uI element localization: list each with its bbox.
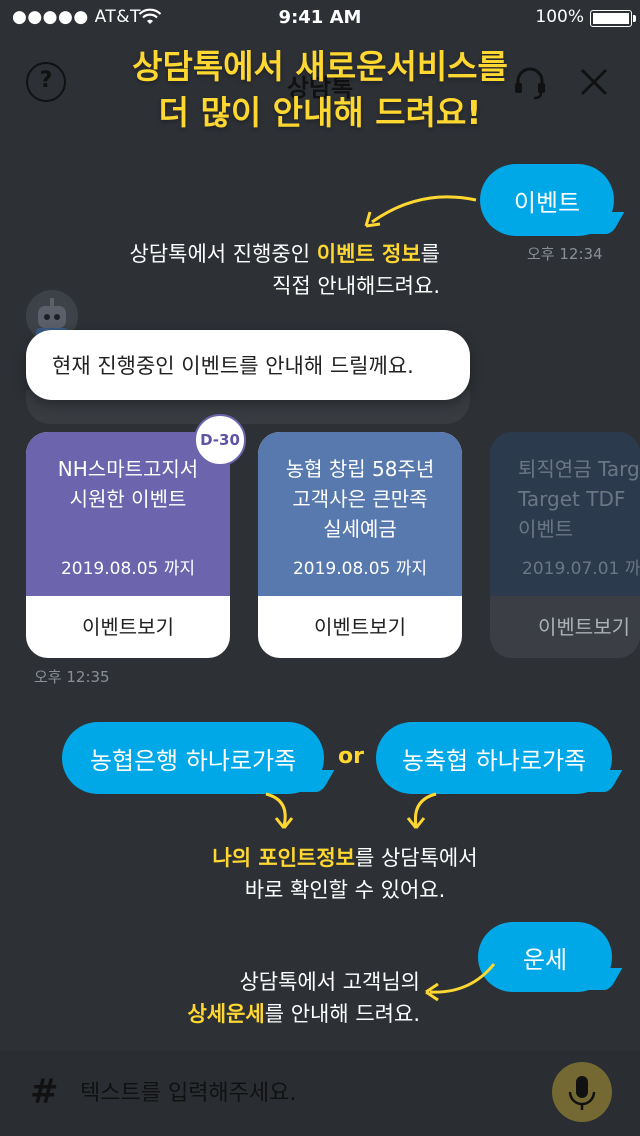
headline-line2: 더 많이 안내해 드려요! xyxy=(158,93,482,132)
view-event-button[interactable]: 이벤트보기 xyxy=(490,596,640,658)
point-description: 나의 포인트정보를 상담톡에서 바로 확인할 수 있어요. xyxy=(150,842,540,906)
event-desc-line2: 직접 안내해드려요. xyxy=(272,274,440,298)
bot-message: 현재 진행중인 이벤트를 안내해 드릴께요. xyxy=(26,330,470,400)
fortune-desc-highlight: 상세운세 xyxy=(187,1002,265,1026)
headline-line1: 상담톡에서 새로운서비스를 xyxy=(132,47,508,86)
nh-bank-bubble[interactable]: 농협은행 하나로가족 xyxy=(62,722,335,794)
point-desc-line2: 바로 확인할 수 있어요. xyxy=(244,878,446,902)
event-bubble-label: 이벤트 xyxy=(513,188,581,217)
event-description: 상담톡에서 진행중인 이벤트 정보를 직접 안내해드려요. xyxy=(100,238,440,302)
input-bar: # xyxy=(0,1050,640,1136)
nh-coop-bubble[interactable]: 농축협 하나로가족 xyxy=(376,722,623,794)
event-card[interactable]: NH스마트고지서 시원한 이벤트 2019.08.05 까지 이벤트보기 xyxy=(26,432,230,658)
bot-message-text: 현재 진행중인 이벤트를 안내해 드릴께요. xyxy=(52,354,414,378)
event-card-date: 2019.08.05 까지 xyxy=(292,559,428,579)
point-desc-highlight: 나의 포인트정보 xyxy=(212,846,355,870)
event-card-date: 2019.07.01 까지 xyxy=(522,559,640,579)
event-desc-post: 를 xyxy=(420,242,440,266)
fortune-desc-line1: 상담톡에서 고객님의 xyxy=(239,970,420,994)
event-card-date: 2019.08.05 까지 xyxy=(60,559,196,579)
timestamp: 오후 12:35 xyxy=(34,668,110,686)
dday-badge: D-30 xyxy=(194,414,246,466)
timestamp: 오후 12:34 xyxy=(527,245,603,263)
nh-bank-label: 농협은행 하나로가족 xyxy=(89,746,297,775)
message-input[interactable] xyxy=(80,1072,500,1114)
hash-icon[interactable]: # xyxy=(30,1072,59,1112)
point-desc-post: 를 상담톡에서 xyxy=(354,846,478,870)
event-card-title: 퇴직연금 Targ Target TDF 이벤트 xyxy=(518,457,640,541)
status-bar: ●●●●● AT&T 9:41 AM 100% xyxy=(0,0,640,36)
or-label: or xyxy=(338,744,364,769)
fortune-description: 상담톡에서 고객님의 상세운세를 안내해 드려요. xyxy=(120,966,420,1030)
arrow-icon xyxy=(406,792,437,829)
arrow-icon xyxy=(265,792,294,829)
headline: 상담톡에서 새로운서비스를 더 많이 안내해 드려요! xyxy=(0,44,640,136)
event-card[interactable]: 퇴직연금 Targ Target TDF 이벤트 2019.07.01 까지 이… xyxy=(490,432,640,658)
battery-percent: 100% xyxy=(535,7,584,27)
event-desc-highlight: 이벤트 정보 xyxy=(316,242,421,266)
event-bubble[interactable]: 이벤트 xyxy=(480,164,625,236)
arrow-icon xyxy=(364,195,477,228)
event-desc-pre: 상담톡에서 진행중인 xyxy=(129,242,317,266)
arrow-icon xyxy=(425,963,496,1002)
fortune-desc-post: 를 안내해 드려요. xyxy=(264,1002,420,1026)
battery-icon xyxy=(590,10,636,27)
event-card[interactable]: 농협 창립 58주년 고객사은 큰만족 실세예금 2019.08.05 까지 이… xyxy=(258,432,462,658)
fortune-bubble-label: 운세 xyxy=(522,945,568,974)
view-event-button[interactable]: 이벤트보기 xyxy=(258,596,462,658)
event-card-title: 농협 창립 58주년 고객사은 큰만족 실세예금 xyxy=(285,457,435,541)
view-event-button[interactable]: 이벤트보기 xyxy=(26,596,230,658)
nh-coop-label: 농축협 하나로가족 xyxy=(401,746,587,775)
event-card-title: NH스마트고지서 시원한 이벤트 xyxy=(57,457,199,511)
mic-icon[interactable] xyxy=(552,1062,612,1122)
